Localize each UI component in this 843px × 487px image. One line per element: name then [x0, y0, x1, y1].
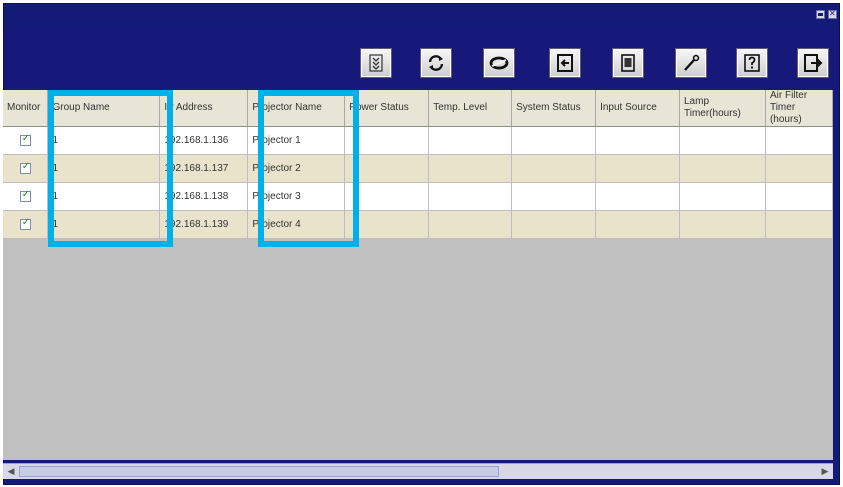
projector-grid: Monitor Group Name IP Address Projector …: [3, 90, 833, 460]
power-status-cell: [344, 182, 430, 211]
column-header[interactable]: Air Filter Timer (hours): [765, 90, 833, 127]
exit-icon: [804, 54, 823, 72]
ip-cell[interactable]: 192.168.1.136: [159, 126, 249, 155]
filter-timer-cell: [765, 154, 833, 183]
column-header[interactable]: IP Address: [159, 90, 249, 127]
lamp-timer-cell: [679, 210, 766, 239]
temp-level-cell: [428, 126, 513, 155]
filter-timer-cell: [765, 126, 833, 155]
projector-name-cell[interactable]: Projector 3: [247, 182, 346, 211]
tool-icon: [684, 54, 700, 71]
restore-button[interactable]: [816, 10, 825, 19]
input-source-cell: [595, 210, 680, 239]
horizontal-scrollbar[interactable]: ◀ ▶: [3, 463, 833, 479]
monitor-cell: [3, 182, 49, 211]
tool-button[interactable]: [675, 48, 707, 78]
filter-down-button[interactable]: [360, 48, 392, 78]
monitor-cell: [3, 154, 49, 183]
import-icon: [557, 54, 573, 72]
scroll-left-icon[interactable]: ◀: [5, 465, 17, 478]
filter-timer-cell: [765, 210, 833, 239]
lamp-timer-cell: [679, 182, 766, 211]
monitor-checkbox[interactable]: [19, 133, 31, 146]
column-header[interactable]: Monitor: [3, 90, 49, 127]
filter-down-icon: [369, 54, 383, 72]
projector-table: Monitor Group Name IP Address Projector …: [3, 90, 833, 239]
column-header[interactable]: Temp. Level: [428, 90, 513, 127]
monitor-checkbox[interactable]: [19, 217, 31, 230]
group-cell[interactable]: 1: [47, 154, 161, 183]
input-source-cell: [595, 154, 680, 183]
table-row[interactable]: 1 192.168.1.138 Projector 3: [3, 182, 833, 211]
import-button[interactable]: [549, 48, 581, 78]
ip-cell[interactable]: 192.168.1.139: [159, 210, 249, 239]
temp-level-cell: [428, 210, 513, 239]
projector-name-cell[interactable]: Projector 1: [247, 126, 346, 155]
group-cell[interactable]: 1: [47, 126, 161, 155]
save-button[interactable]: [612, 48, 644, 78]
exit-button[interactable]: [797, 48, 829, 78]
close-button[interactable]: [828, 9, 837, 19]
column-header[interactable]: Projector Name: [247, 90, 346, 127]
filter-timer-cell: [765, 182, 833, 211]
ip-cell[interactable]: 192.168.1.138: [159, 182, 249, 211]
column-header[interactable]: Group Name: [47, 90, 161, 127]
temp-level-cell: [428, 154, 513, 183]
group-cell[interactable]: 1: [47, 210, 161, 239]
column-header[interactable]: System Status: [511, 90, 597, 127]
column-header[interactable]: Power Status: [344, 90, 430, 127]
temp-level-cell: [428, 182, 513, 211]
table-row[interactable]: 1 192.168.1.137 Projector 2: [3, 154, 833, 183]
system-status-cell: [511, 210, 597, 239]
system-status-cell: [511, 154, 597, 183]
group-cell[interactable]: 1: [47, 182, 161, 211]
lamp-timer-cell: [679, 154, 766, 183]
toolbar: [4, 26, 839, 92]
input-source-cell: [595, 182, 680, 211]
system-status-cell: [511, 126, 597, 155]
header-row: Monitor Group Name IP Address Projector …: [3, 90, 833, 127]
projector-name-cell[interactable]: Projector 2: [247, 154, 346, 183]
monitor-checkbox[interactable]: [19, 161, 31, 174]
help-button[interactable]: [736, 48, 768, 78]
sync-icon: [489, 56, 509, 70]
scroll-right-icon[interactable]: ▶: [819, 465, 831, 478]
system-status-cell: [511, 182, 597, 211]
save-icon: [621, 54, 635, 72]
refresh-icon: [428, 55, 444, 71]
power-status-cell: [344, 126, 430, 155]
monitor-cell: [3, 126, 49, 155]
table-row[interactable]: 1 192.168.1.139 Projector 4: [3, 210, 833, 239]
projector-name-cell[interactable]: Projector 4: [247, 210, 346, 239]
column-header[interactable]: Input Source: [595, 90, 680, 127]
help-icon: [744, 54, 760, 72]
monitor-cell: [3, 210, 49, 239]
monitor-checkbox[interactable]: [19, 189, 31, 202]
power-status-cell: [344, 210, 430, 239]
column-header[interactable]: Lamp Timer(hours): [679, 90, 766, 127]
power-status-cell: [344, 154, 430, 183]
scroll-thumb[interactable]: [19, 466, 499, 477]
title-bar: [4, 4, 839, 26]
ip-cell[interactable]: 192.168.1.137: [159, 154, 249, 183]
sync-button[interactable]: [483, 48, 515, 78]
table-row[interactable]: 1 192.168.1.136 Projector 1: [3, 126, 833, 155]
input-source-cell: [595, 126, 680, 155]
refresh-button[interactable]: [420, 48, 452, 78]
lamp-timer-cell: [679, 126, 766, 155]
